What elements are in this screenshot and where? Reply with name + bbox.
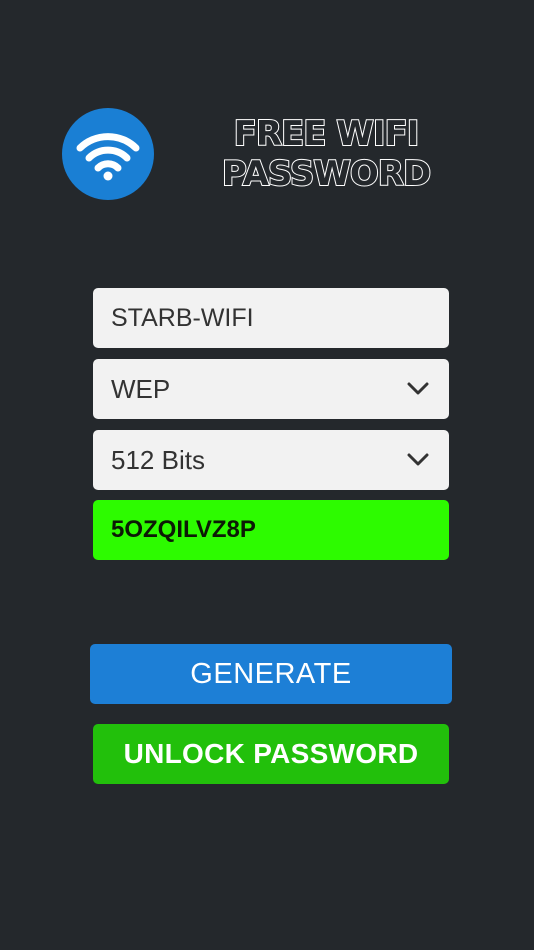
unlock-password-button[interactable]: UNLOCK PASSWORD — [93, 724, 449, 784]
app-logo — [62, 108, 154, 200]
app-title: FREE WIFI PASSWORD — [176, 113, 476, 195]
chevron-down-icon — [405, 376, 431, 402]
app-title-line-2: PASSWORD — [221, 153, 432, 195]
key-length-select[interactable]: 512 Bits — [93, 430, 449, 490]
network-name-value: STARB-WIFI — [111, 303, 254, 332]
wifi-icon — [76, 133, 140, 181]
generated-password-field[interactable]: 5OZQILVZ8P — [93, 500, 449, 560]
app-screen: FREE WIFI PASSWORD STARB-WIFI WEP 512 Bi… — [0, 0, 534, 950]
app-title-line-1: FREE WIFI — [233, 113, 421, 155]
key-length-value: 512 Bits — [111, 444, 205, 475]
chevron-down-icon — [405, 447, 431, 473]
generate-button[interactable]: GENERATE — [90, 644, 452, 704]
app-header: FREE WIFI PASSWORD — [60, 106, 480, 202]
security-type-value: WEP — [111, 373, 171, 404]
security-type-select[interactable]: WEP — [93, 359, 449, 419]
generated-password-value: 5OZQILVZ8P — [111, 516, 256, 543]
network-name-input[interactable]: STARB-WIFI — [93, 288, 449, 348]
